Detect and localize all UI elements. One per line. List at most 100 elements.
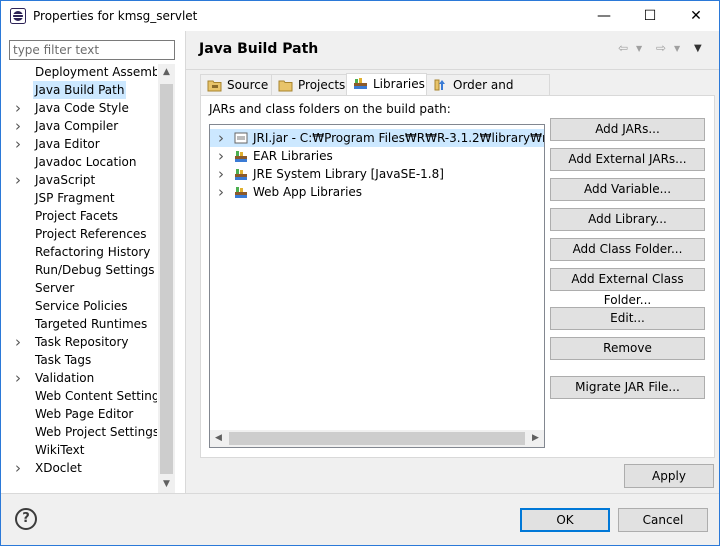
- ok-button[interactable]: OK: [520, 508, 610, 532]
- scroll-down-icon[interactable]: ▼: [158, 476, 175, 493]
- add-class-folder-button[interactable]: Add Class Folder...: [550, 238, 705, 261]
- expand-chevron-icon[interactable]: ›: [218, 129, 224, 147]
- back-icon[interactable]: ⇦: [618, 41, 628, 55]
- sidebar-item-label: Targeted Runtimes: [35, 317, 148, 331]
- sidebar-item-label: Refactoring History: [35, 245, 151, 259]
- apply-button[interactable]: Apply: [624, 464, 714, 488]
- sidebar-item-label: Javadoc Location: [35, 155, 137, 169]
- add-jars-button[interactable]: Add JARs...: [550, 118, 705, 141]
- sidebar-item-label: Web Content Settings: [35, 389, 157, 403]
- sidebar-scrollbar[interactable]: ▲ ▼: [158, 64, 175, 493]
- scroll-up-icon[interactable]: ▲: [158, 64, 175, 81]
- library-entry-label: JRI.jar - C:₩Program Files₩R₩R-3.1.2₩lib…: [253, 131, 544, 145]
- tab-order-and-export[interactable]: Order and Export: [426, 74, 550, 112]
- library-entry-label: Web App Libraries: [253, 185, 363, 199]
- sidebar-item-label: Server: [35, 281, 75, 295]
- window-title: Properties for kmsg_servlet: [33, 9, 198, 23]
- back-menu-icon[interactable]: ▼: [636, 44, 642, 53]
- sidebar-item-label: JSP Fragment: [35, 191, 115, 205]
- library-entry[interactable]: › Web App Libraries: [210, 183, 544, 201]
- forward-menu-icon[interactable]: ▼: [674, 44, 680, 53]
- tab-libraries[interactable]: Libraries: [346, 73, 427, 97]
- sidebar-item-label: Run/Debug Settings: [35, 263, 155, 277]
- tab-projects[interactable]: Projects: [271, 74, 347, 96]
- library-icon: [235, 151, 247, 162]
- library-entry[interactable]: › JRE System Library [JavaSE-1.8]: [210, 165, 544, 183]
- main-panel: Java Build Path ⇦ ▼ ⇨ ▼ ▼ Source Project…: [186, 31, 719, 493]
- libraries-icon: [354, 78, 367, 89]
- expand-chevron-icon[interactable]: ›: [15, 459, 25, 477]
- add-external-jars-button[interactable]: Add External JARs...: [550, 148, 705, 171]
- expand-chevron-icon[interactable]: ›: [218, 165, 224, 183]
- sidebar-item-label: WikiText: [35, 443, 85, 457]
- library-entry[interactable]: › JRI.jar - C:₩Program Files₩R₩R-3.1.2₩li…: [210, 129, 544, 147]
- page-title: Java Build Path: [199, 41, 319, 57]
- sidebar-item-label: Web Page Editor: [35, 407, 134, 421]
- sidebar-item-label: Service Policies: [35, 299, 128, 313]
- add-external-class-folder-button[interactable]: Add External Class Folder...: [550, 268, 705, 307]
- library-entry-label: JRE System Library [JavaSE-1.8]: [253, 167, 444, 181]
- sidebar-item-label: JavaScript: [35, 173, 96, 187]
- tab-libraries-label: Libraries: [373, 77, 425, 91]
- expand-chevron-icon[interactable]: ›: [15, 171, 25, 189]
- expand-chevron-icon[interactable]: ›: [15, 333, 25, 351]
- project-folder-icon: [278, 80, 293, 92]
- title-bar: Properties for kmsg_servlet — ☐ ✕: [1, 1, 719, 31]
- jar-icon: [234, 132, 248, 144]
- library-icon: [235, 169, 247, 180]
- title-separator: [186, 69, 719, 70]
- preferences-sidebar: Deployment Assembly Java Build Path › Java …: [1, 31, 185, 493]
- history-nav: ⇦ ▼ ⇨ ▼ ▼: [618, 41, 713, 57]
- property-tree: Deployment Assembly Java Build Path › Java …: [9, 64, 157, 494]
- edit-button[interactable]: Edit...: [550, 307, 705, 330]
- remove-button[interactable]: Remove: [550, 337, 705, 360]
- library-entry[interactable]: › EAR Libraries: [210, 147, 544, 165]
- scrollbar-thumb[interactable]: [160, 84, 173, 474]
- scroll-left-icon[interactable]: ◀: [210, 430, 227, 447]
- expand-chevron-icon[interactable]: ›: [218, 147, 224, 165]
- scroll-right-icon[interactable]: ▶: [527, 430, 544, 447]
- sidebar-item-label: XDoclet: [35, 461, 82, 475]
- close-button[interactable]: ✕: [673, 1, 719, 31]
- expand-chevron-icon[interactable]: ›: [218, 183, 224, 201]
- library-tree[interactable]: › JRI.jar - C:₩Program Files₩R₩R-3.1.2₩li…: [209, 124, 545, 448]
- sidebar-item-label: Deployment Assembly: [35, 65, 157, 79]
- hscrollbar-thumb[interactable]: [229, 432, 525, 445]
- add-library-button[interactable]: Add Library...: [550, 208, 705, 231]
- migrate-jar-file-button[interactable]: Migrate JAR File...: [550, 376, 705, 399]
- footer-separator: [1, 493, 719, 494]
- tab-source[interactable]: Source: [200, 74, 272, 96]
- sidebar-item-label: Java Code Style: [35, 101, 129, 115]
- expand-chevron-icon[interactable]: ›: [15, 135, 25, 153]
- source-folder-icon: [207, 80, 222, 92]
- sidebar-item-label: Web Project Settings: [35, 425, 157, 439]
- sidebar-item-label: Project References: [35, 227, 147, 241]
- forward-icon[interactable]: ⇨: [656, 41, 666, 55]
- sidebar-item-label: Java Build Path: [33, 81, 127, 99]
- library-hscrollbar[interactable]: ◀ ▶: [210, 430, 544, 447]
- minimize-button[interactable]: —: [581, 1, 627, 31]
- sidebar-item-label: Task Tags: [35, 353, 92, 367]
- add-variable-button[interactable]: Add Variable...: [550, 178, 705, 201]
- order-export-icon: [434, 79, 445, 91]
- build-path-label: JARs and class folders on the build path…: [209, 102, 451, 116]
- filter-input[interactable]: [9, 40, 175, 60]
- expand-chevron-icon[interactable]: ›: [15, 369, 25, 387]
- expand-chevron-icon[interactable]: ›: [15, 99, 25, 117]
- properties-dialog: Properties for kmsg_servlet — ☐ ✕ Deploy…: [0, 0, 720, 546]
- view-menu-icon[interactable]: ▼: [694, 43, 702, 54]
- sidebar-item-label: Project Facets: [35, 209, 118, 223]
- cancel-button[interactable]: Cancel: [618, 508, 708, 532]
- tab-source-label: Source: [227, 78, 269, 92]
- tab-projects-label: Projects: [298, 78, 346, 92]
- library-icon: [235, 187, 247, 198]
- help-icon[interactable]: ?: [15, 508, 37, 530]
- eclipse-icon: [10, 8, 26, 24]
- sidebar-item-label: Java Editor: [35, 137, 100, 151]
- sidebar-item-label: Task Repository: [35, 335, 129, 349]
- expand-chevron-icon[interactable]: ›: [15, 117, 25, 135]
- libraries-tab-content: JARs and class folders on the build path…: [200, 95, 715, 458]
- library-entry-label: EAR Libraries: [253, 149, 333, 163]
- sidebar-item-label: Validation: [35, 371, 95, 385]
- maximize-button[interactable]: ☐: [627, 1, 673, 31]
